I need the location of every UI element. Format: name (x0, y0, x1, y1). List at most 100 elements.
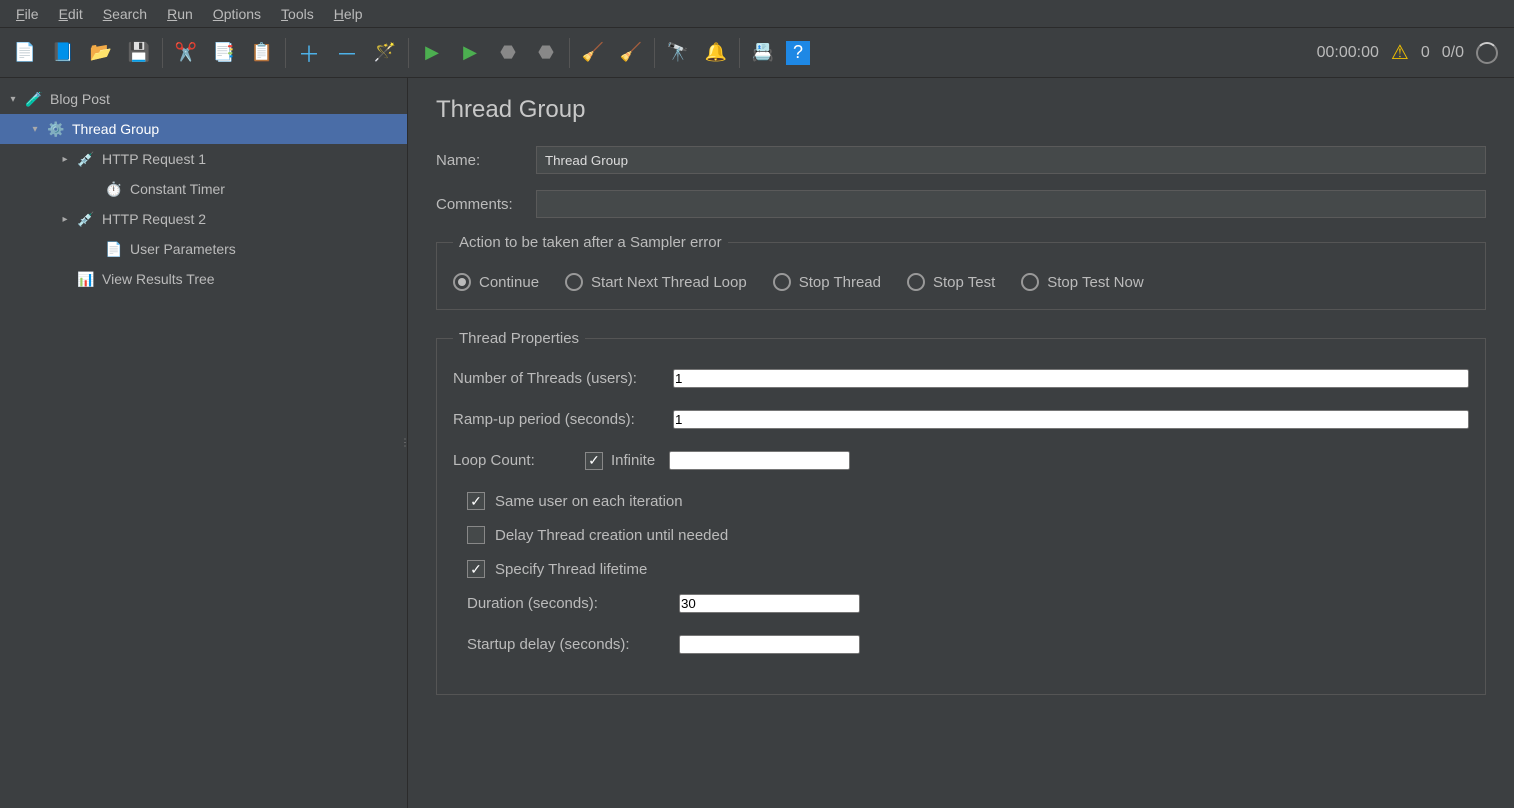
thread-properties-fieldset: Thread Properties Number of Threads (use… (436, 330, 1486, 695)
delay-thread-checkbox[interactable] (467, 526, 485, 544)
menubar: File Edit Search Run Options Tools Help (0, 0, 1514, 28)
menu-run[interactable]: Run (157, 3, 203, 25)
start-no-timers-icon[interactable]: ▶ (455, 38, 485, 68)
minus-icon[interactable]: － (332, 38, 362, 68)
menu-help[interactable]: Help (324, 3, 373, 25)
specify-lifetime-checkbox[interactable] (467, 560, 485, 578)
chevron-right-icon[interactable]: ▸ (58, 214, 72, 225)
radio-icon (453, 273, 471, 291)
plus-icon[interactable]: ＋ (294, 38, 324, 68)
search-tool-icon[interactable]: 🔭 (663, 38, 693, 68)
timer-icon: ⏱️ (104, 179, 124, 199)
status-bar: 00:00:00 ⚠ 0 0/0 (1317, 40, 1508, 65)
menu-options[interactable]: Options (203, 3, 271, 25)
radio-label: Stop Thread (799, 274, 881, 291)
tree-node-user-parameters[interactable]: 📄 User Parameters (0, 234, 407, 264)
tree-node-http-request-2[interactable]: ▸ 💉 HTTP Request 2 (0, 204, 407, 234)
menu-edit[interactable]: Edit (49, 3, 93, 25)
gear-icon: ⚙️ (46, 119, 66, 139)
loop-count-label: Loop Count: (453, 452, 571, 469)
menu-tools[interactable]: Tools (271, 3, 324, 25)
clear-all-icon[interactable]: 🧹 (616, 38, 646, 68)
radio-label: Start Next Thread Loop (591, 274, 747, 291)
toolbar: 📄 📘 📂 💾 ✂️ 📑 📋 ＋ － 🪄 ▶ ▶ ⬣ ⬣ 🧹 🧹 🔭 🔔 📇 ?… (0, 28, 1514, 78)
radio-icon (773, 273, 791, 291)
elapsed-time: 00:00:00 (1317, 44, 1379, 62)
infinite-label: Infinite (611, 452, 655, 469)
radio-continue[interactable]: Continue (453, 273, 539, 291)
loop-count-input[interactable] (669, 451, 850, 470)
parameters-icon: 📄 (104, 239, 124, 259)
radio-icon (1021, 273, 1039, 291)
paste-icon[interactable]: 📋 (247, 38, 277, 68)
test-plan-icon: 🧪 (24, 89, 44, 109)
tree-node-view-results-tree[interactable]: 📊 View Results Tree (0, 264, 407, 294)
tree-label: Constant Timer (128, 181, 225, 197)
sampler-error-fieldset: Action to be taken after a Sampler error… (436, 234, 1486, 310)
comments-label: Comments: (436, 196, 536, 213)
tree-label: HTTP Request 2 (100, 211, 206, 227)
shutdown-icon[interactable]: ⬣ (531, 38, 561, 68)
test-plan-tree[interactable]: ▾ 🧪 Blog Post ▾ ⚙️ Thread Group ▸ 💉 HTTP… (0, 78, 408, 808)
tree-node-thread-group[interactable]: ▾ ⚙️ Thread Group (0, 114, 407, 144)
num-threads-label: Number of Threads (users): (453, 370, 673, 387)
menu-search[interactable]: Search (93, 3, 157, 25)
panel-title: Thread Group (436, 96, 1486, 124)
duration-input[interactable] (679, 594, 860, 613)
copy-icon[interactable]: 📑 (209, 38, 239, 68)
properties-icon[interactable]: 📇 (748, 38, 778, 68)
tree-node-test-plan[interactable]: ▾ 🧪 Blog Post (0, 84, 407, 114)
templates-icon[interactable]: 📘 (48, 38, 78, 68)
save-icon[interactable]: 💾 (124, 38, 154, 68)
comments-input[interactable] (536, 190, 1486, 218)
chevron-right-icon[interactable]: ▸ (58, 154, 72, 165)
wand-icon[interactable]: 🪄 (370, 38, 400, 68)
startup-delay-label: Startup delay (seconds): (467, 636, 679, 653)
menu-file-rest: ile (25, 6, 39, 22)
clear-icon[interactable]: 🧹 (578, 38, 608, 68)
tree-label: HTTP Request 1 (100, 151, 206, 167)
sampler-icon: 💉 (76, 149, 96, 169)
cut-icon[interactable]: ✂️ (171, 38, 201, 68)
listener-icon: 📊 (76, 269, 96, 289)
stop-icon[interactable]: ⬣ (493, 38, 523, 68)
thread-count: 0/0 (1442, 44, 1464, 62)
radio-label: Continue (479, 274, 539, 291)
tree-label: Blog Post (48, 91, 110, 107)
infinite-checkbox[interactable] (585, 452, 603, 470)
start-icon[interactable]: ▶ (417, 38, 447, 68)
tree-label: Thread Group (70, 121, 159, 137)
tree-node-constant-timer[interactable]: ⏱️ Constant Timer (0, 174, 407, 204)
radio-label: Stop Test Now (1047, 274, 1143, 291)
radio-icon (907, 273, 925, 291)
activity-indicator-icon (1476, 42, 1498, 64)
open-icon[interactable]: 📂 (86, 38, 116, 68)
tree-label: View Results Tree (100, 271, 215, 287)
chevron-down-icon[interactable]: ▾ (28, 124, 42, 135)
split-grip-icon[interactable]: ⋮ (400, 438, 411, 449)
tree-label: User Parameters (128, 241, 236, 257)
delay-thread-label: Delay Thread creation until needed (495, 527, 728, 544)
radio-stop-thread[interactable]: Stop Thread (773, 273, 881, 291)
num-threads-input[interactable] (673, 369, 1469, 388)
name-input[interactable] (536, 146, 1486, 174)
menu-file[interactable]: File (6, 3, 49, 25)
function-icon[interactable]: 🔔 (701, 38, 731, 68)
startup-delay-input[interactable] (679, 635, 860, 654)
tree-node-http-request-1[interactable]: ▸ 💉 HTTP Request 1 (0, 144, 407, 174)
radio-stop-test-now[interactable]: Stop Test Now (1021, 273, 1143, 291)
name-label: Name: (436, 152, 536, 169)
warning-count: 0 (1421, 44, 1430, 62)
radio-icon (565, 273, 583, 291)
chevron-down-icon[interactable]: ▾ (6, 94, 20, 105)
radio-stop-test[interactable]: Stop Test (907, 273, 995, 291)
warning-icon[interactable]: ⚠ (1391, 40, 1409, 65)
radio-start-next-loop[interactable]: Start Next Thread Loop (565, 273, 747, 291)
editor-panel: Thread Group Name: Comments: Action to b… (408, 78, 1514, 808)
ramp-up-input[interactable] (673, 410, 1469, 429)
same-user-checkbox[interactable] (467, 492, 485, 510)
radio-label: Stop Test (933, 274, 995, 291)
help-icon[interactable]: ? (786, 41, 810, 65)
new-icon[interactable]: 📄 (10, 38, 40, 68)
thread-properties-legend: Thread Properties (453, 330, 585, 347)
